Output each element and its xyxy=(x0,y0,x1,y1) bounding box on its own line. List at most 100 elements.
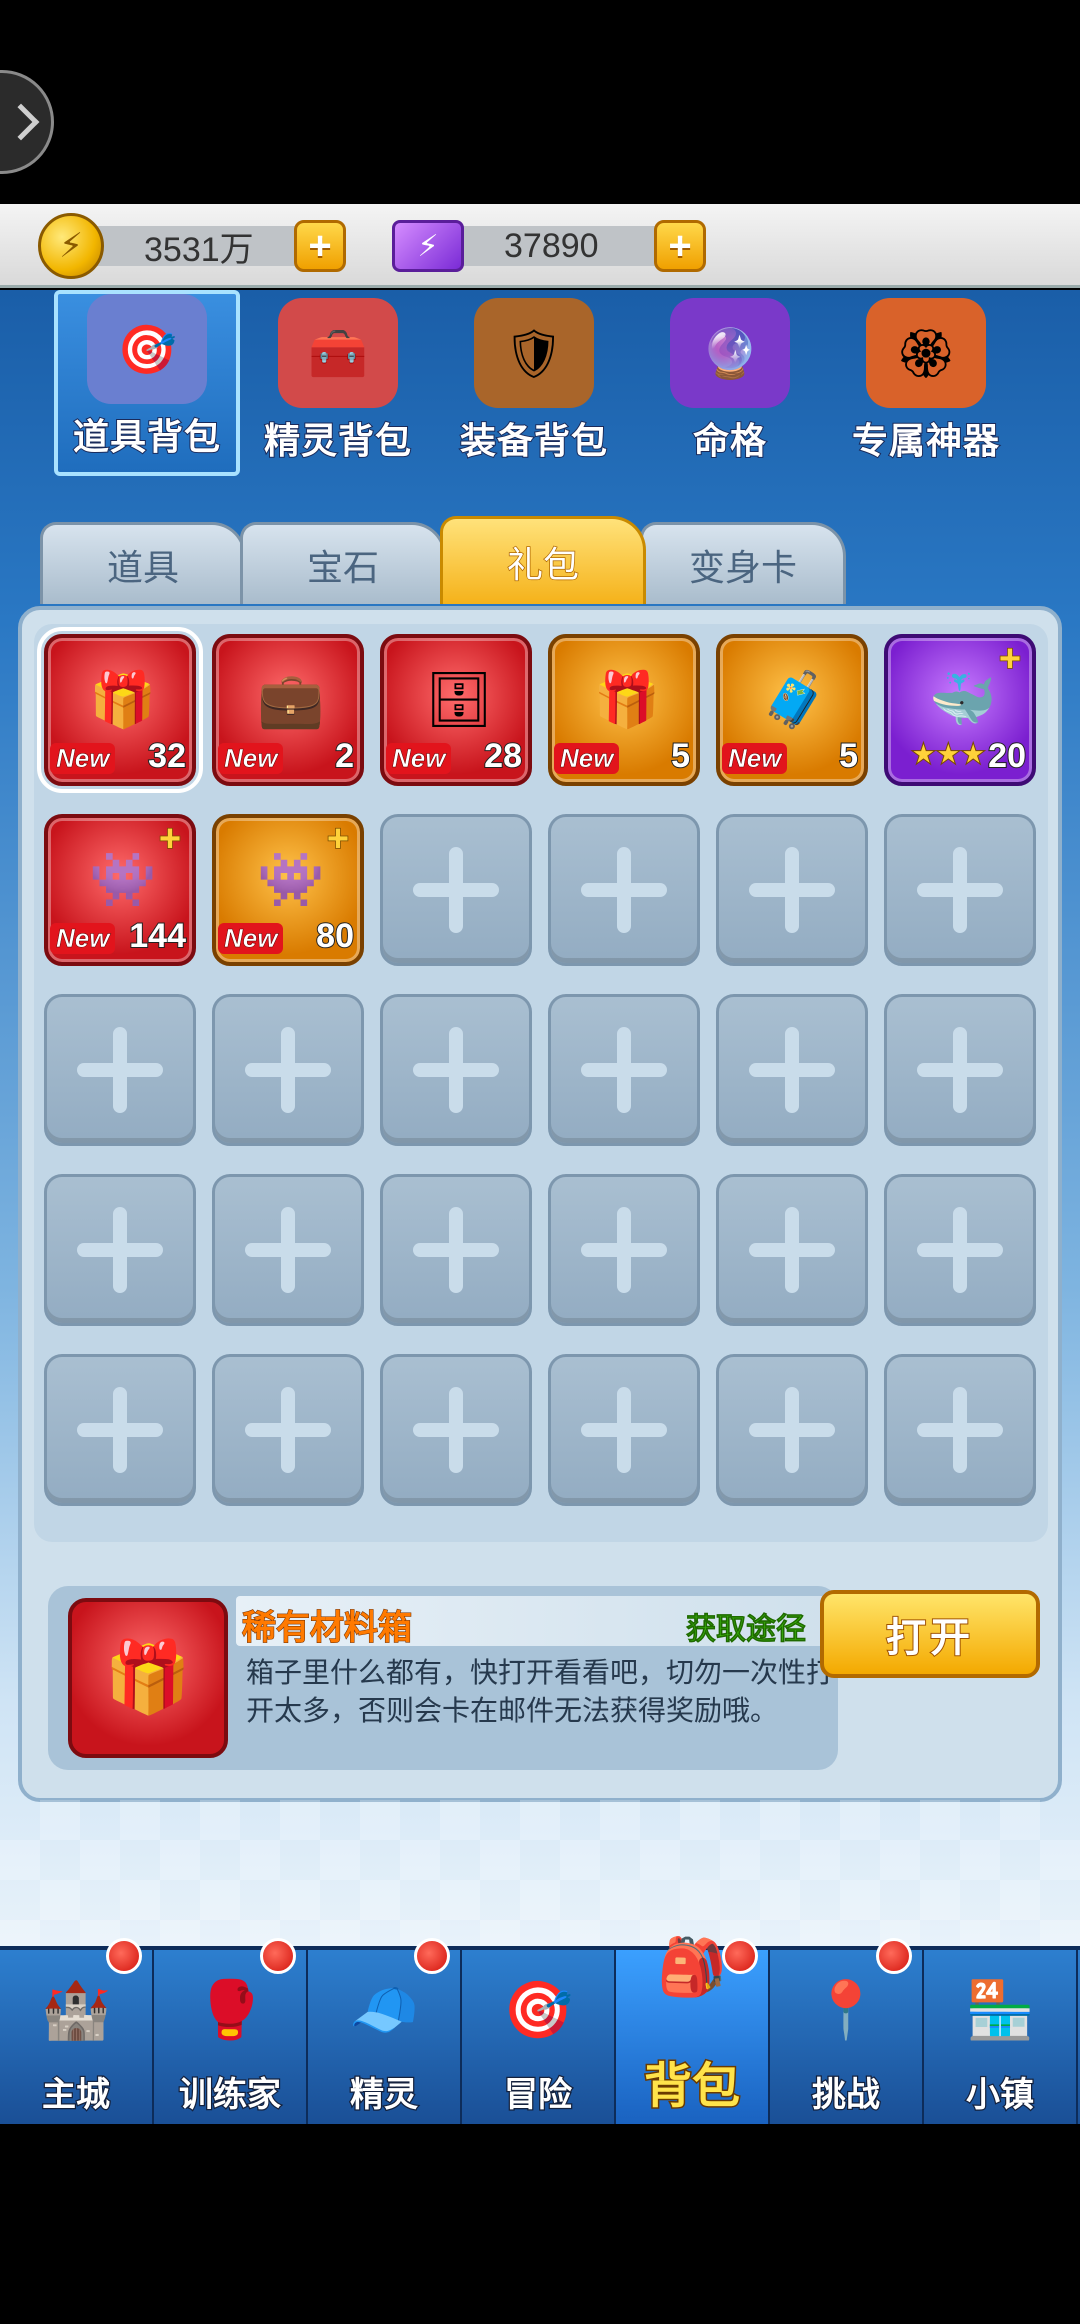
obtain-source-link[interactable]: 获取途径 xyxy=(686,1604,807,1648)
open-button[interactable]: 打开 xyxy=(820,1590,1040,1678)
nav-main-city[interactable]: 🏰 主城 xyxy=(0,1938,154,2124)
back-button[interactable] xyxy=(0,70,54,174)
toolbox-icon: 🎯 xyxy=(87,294,207,404)
inventory-slot-purple-sprite-card-orange[interactable]: 👾 + New 80 xyxy=(212,814,364,966)
item-count: 5 xyxy=(838,736,859,776)
plus-icon xyxy=(917,847,1003,933)
empty-slot[interactable] xyxy=(212,994,364,1146)
empty-slot[interactable] xyxy=(380,1174,532,1326)
new-badge: New xyxy=(722,743,788,774)
empty-slot[interactable] xyxy=(212,1354,364,1506)
nav-label: 训练家 xyxy=(178,2075,283,2116)
plus-icon xyxy=(581,1207,667,1293)
plus-icon xyxy=(917,1207,1003,1293)
status-bar-area xyxy=(0,0,1080,204)
nav-challenge-map[interactable]: 📍 挑战 xyxy=(770,1938,924,2124)
inventory-panel: 🎁 New 32 💼 New 2 🗄 New 28 🎁 New 5 🧳 New 5 🐳 + ★★★ 20 👾 + New 1… xyxy=(18,606,1062,1802)
detail-header: 稀有材料箱 获取途径 xyxy=(236,1596,836,1648)
bottom-nav: 🏰 主城 🥊 训练家 🧢 精灵 🎯 冒险 🎒 背包 📍 挑战 🏪 小镇 xyxy=(0,1935,1080,2124)
nav-backpack[interactable]: 🎒 背包 xyxy=(616,1935,770,2124)
add-gem-button[interactable]: + xyxy=(654,220,706,272)
sub-tab-0[interactable]: 道具 xyxy=(40,522,246,604)
empty-slot[interactable] xyxy=(716,1174,868,1326)
sub-tab-1[interactable]: 宝石 xyxy=(240,522,446,604)
gift-box-gold-icon: 🎁 xyxy=(89,669,157,730)
inventory-slot-silver-chest[interactable]: 🧳 New 5 xyxy=(716,634,868,786)
sub-tab-2[interactable]: 礼包 xyxy=(440,516,646,604)
gold-currency: ⚡ 3531万 + xyxy=(38,213,346,279)
add-gold-button[interactable]: + xyxy=(294,220,346,272)
inventory-slot-blue-sprite-card[interactable]: 🐳 + ★★★ 20 xyxy=(884,634,1036,786)
category-label: 命格 xyxy=(692,419,767,462)
plus-icon xyxy=(413,847,499,933)
empty-slot[interactable] xyxy=(44,1354,196,1506)
plus-icon xyxy=(749,1027,835,1113)
sub-tab-bar: 道具 宝石 礼包 变身卡 xyxy=(40,516,846,608)
blue-gift-box-icon: 🎁 xyxy=(593,669,661,730)
nav-town-shop[interactable]: 🏪 小镇 xyxy=(924,1950,1078,2124)
sprite-chest-icon: 🧰 xyxy=(278,298,398,408)
empty-slot[interactable] xyxy=(716,994,868,1146)
inventory-slot-blue-gift-box[interactable]: 🎁 New 5 xyxy=(548,634,700,786)
category-tab-3[interactable]: 🔮 命格 xyxy=(632,290,828,476)
adventure-target-icon: 🎯 xyxy=(503,1978,573,2041)
energy-card-icon: ⚡ xyxy=(392,220,464,272)
empty-slot[interactable] xyxy=(380,1354,532,1506)
plus-icon xyxy=(77,1387,163,1473)
empty-slot[interactable] xyxy=(380,814,532,966)
inventory-slot-red-treasure-chest[interactable]: 💼 New 2 xyxy=(212,634,364,786)
item-count: 32 xyxy=(147,736,187,776)
plus-icon xyxy=(917,1387,1003,1473)
empty-slot[interactable] xyxy=(548,1174,700,1326)
decorative-pattern xyxy=(0,1800,1080,1950)
empty-slot[interactable] xyxy=(44,1174,196,1326)
plus-icon xyxy=(749,847,835,933)
empty-slot[interactable] xyxy=(548,1354,700,1506)
empty-slot[interactable] xyxy=(548,814,700,966)
empty-slot[interactable] xyxy=(380,994,532,1146)
plus-icon xyxy=(917,1027,1003,1113)
plus-icon xyxy=(413,1387,499,1473)
category-tab-2[interactable]: 🛡 装备背包 xyxy=(436,290,632,476)
category-tab-1[interactable]: 🧰 精灵背包 xyxy=(240,290,436,476)
empty-slot[interactable] xyxy=(548,994,700,1146)
plus-icon xyxy=(581,1387,667,1473)
nav-sprite-face[interactable]: 🧢 精灵 xyxy=(308,1938,462,2124)
chevron-right-icon xyxy=(2,103,40,141)
item-detail: 🎁 稀有材料箱 获取途径 箱子里什么都有，快打开看看吧，切勿一次性打开太多，否则… xyxy=(48,1586,838,1770)
item-count: 5 xyxy=(670,736,691,776)
item-count: 80 xyxy=(315,916,355,956)
plus-icon xyxy=(245,1027,331,1113)
gem-amount: 37890 xyxy=(504,226,599,265)
currency-bar: ⚡ 3531万 + ⚡ 37890 + xyxy=(0,204,1080,288)
gold-coin-icon: ⚡ xyxy=(38,213,104,279)
crystal-orb-icon: 🔮 xyxy=(670,298,790,408)
plus-icon xyxy=(413,1027,499,1113)
empty-slot[interactable] xyxy=(884,994,1036,1146)
notification-dot xyxy=(876,1938,912,1974)
empty-slot[interactable] xyxy=(44,994,196,1146)
nav-label: 主城 xyxy=(41,2075,112,2116)
new-badge: New xyxy=(218,923,284,954)
category-label: 装备背包 xyxy=(459,419,608,462)
gold-amount: 3531万 xyxy=(144,230,254,269)
nav-adventure-target[interactable]: 🎯 冒险 xyxy=(462,1950,616,2124)
empty-slot[interactable] xyxy=(884,814,1036,966)
inventory-slot-purple-sprite-card-red[interactable]: 👾 + New 144 xyxy=(44,814,196,966)
new-badge: New xyxy=(218,743,284,774)
empty-slot[interactable] xyxy=(884,1174,1036,1326)
nav-label: 挑战 xyxy=(811,2075,882,2116)
empty-slot[interactable] xyxy=(716,1354,868,1506)
inventory-slot-purple-chest[interactable]: 🗄 New 28 xyxy=(380,634,532,786)
category-tab-4[interactable]: 🏵 专属神器 xyxy=(828,290,1024,476)
empty-slot[interactable] xyxy=(716,814,868,966)
plus-icon xyxy=(245,1207,331,1293)
inventory-slot-gift-box-gold[interactable]: 🎁 New 32 xyxy=(37,627,203,793)
item-count: 20 xyxy=(987,736,1027,776)
category-tab-0[interactable]: 🎯 道具背包 xyxy=(54,290,240,476)
nav-trainer-glove[interactable]: 🥊 训练家 xyxy=(154,1938,308,2124)
empty-slot[interactable] xyxy=(212,1174,364,1326)
sub-tab-3[interactable]: 变身卡 xyxy=(640,522,846,604)
empty-slot[interactable] xyxy=(884,1354,1036,1506)
notification-dot xyxy=(260,1938,296,1974)
